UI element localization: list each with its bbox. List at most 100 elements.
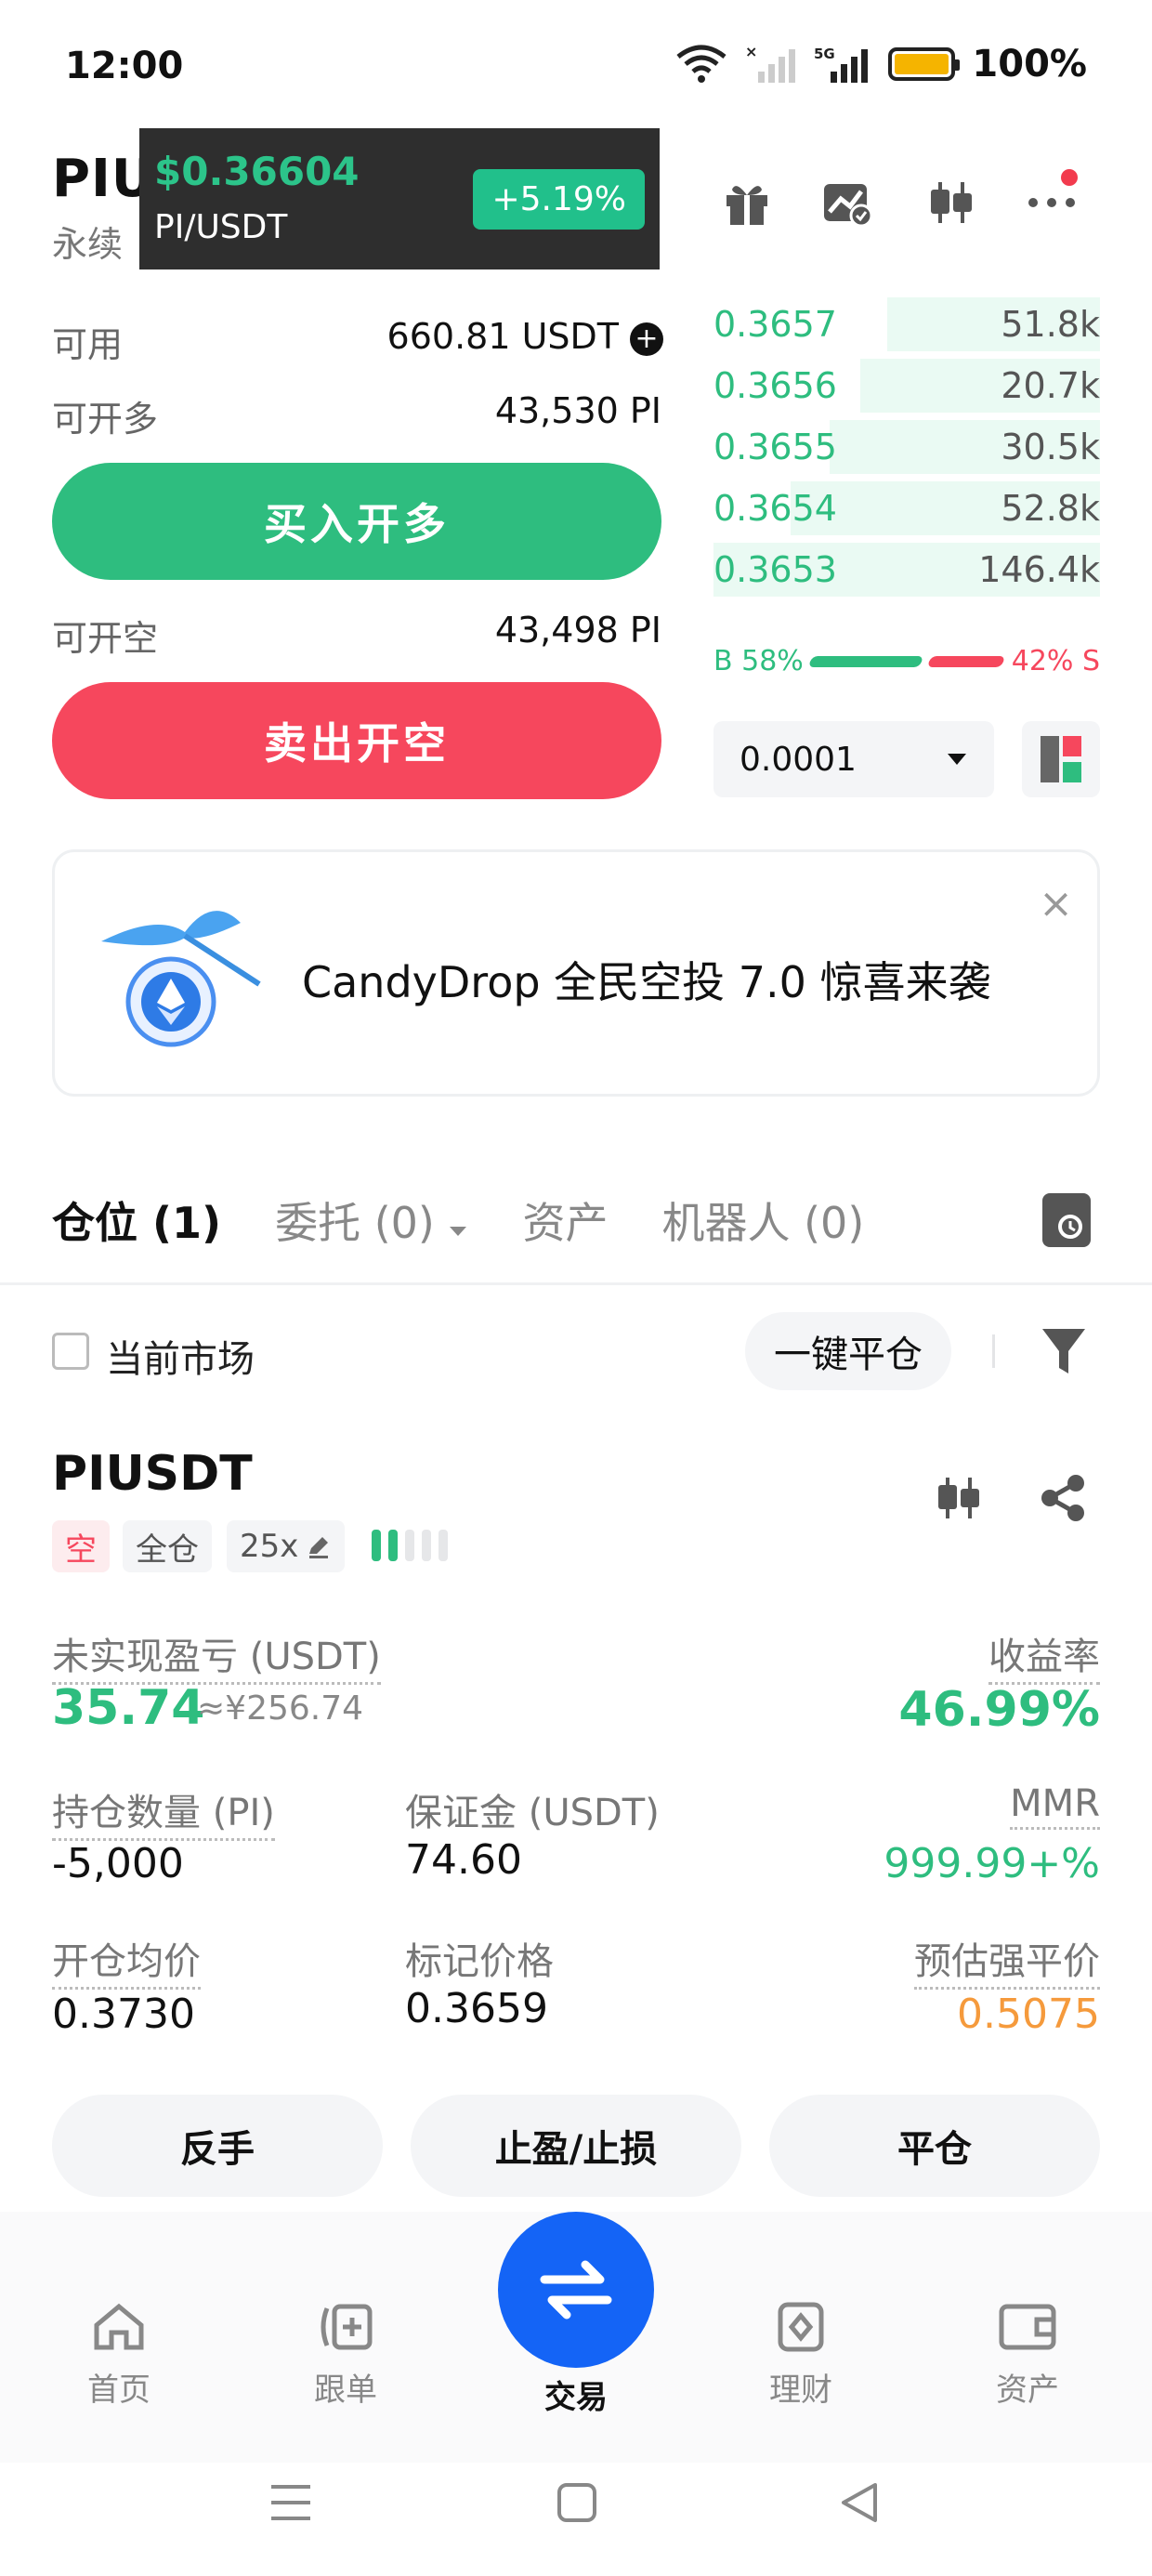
can-long-label: 可开多: [52, 399, 159, 440]
tab-assets[interactable]: 资产: [522, 1189, 608, 1251]
close-all-button[interactable]: 一键平仓: [745, 1312, 951, 1390]
margin-mode-tag: 全仓: [123, 1520, 212, 1572]
orderbook-row[interactable]: 0.3653 146.4k: [713, 539, 1100, 600]
roi-value: 46.99%: [898, 1682, 1100, 1738]
svg-text:5G: 5G: [814, 46, 835, 62]
signal-off-icon: ×: [745, 44, 796, 83]
gift-icon[interactable]: [717, 173, 777, 232]
more-icon[interactable]: [1022, 169, 1081, 232]
trade-fab-button[interactable]: [498, 2212, 654, 2368]
filter-icon[interactable]: [1041, 1325, 1087, 1377]
nav-copy-trade[interactable]: 跟单: [271, 2301, 420, 2410]
transfer-plus-icon[interactable]: +: [630, 322, 663, 356]
notification-dot: [1061, 169, 1078, 186]
caret-down-icon: [450, 1227, 467, 1236]
position-chart-icon[interactable]: [933, 1472, 985, 1524]
close-icon[interactable]: ×: [1039, 880, 1073, 927]
nav-home[interactable]: 首页: [45, 2301, 193, 2410]
entry-price-value: 0.3730: [52, 1991, 195, 2038]
wallet-icon: [999, 2304, 1056, 2350]
current-market-checkbox[interactable]: [52, 1333, 89, 1370]
back-icon[interactable]: [838, 2481, 881, 2524]
nav-assets[interactable]: 资产: [953, 2301, 1102, 2410]
unrealized-pnl-value: 35.74: [52, 1680, 205, 1736]
mmr-value: 999.99+%: [884, 1840, 1100, 1887]
orderbook-price: 0.3654: [713, 488, 837, 529]
liq-price-label: 预估强平价: [914, 1931, 1100, 1990]
close-position-button[interactable]: 平仓: [769, 2095, 1100, 2197]
menu-icon[interactable]: [269, 2481, 312, 2524]
reverse-button[interactable]: 反手: [52, 2095, 383, 2197]
buy-ratio-bar: [807, 656, 924, 667]
unrealized-pnl-label: 未实现盈亏 (USDT): [52, 1626, 381, 1685]
can-long-value: 43,530 PI: [494, 390, 661, 431]
nav-finance[interactable]: 理财: [727, 2301, 875, 2410]
history-icon[interactable]: [1042, 1193, 1091, 1247]
banner-text: CandyDrop 全民空投 7.0 惊喜来袭: [302, 957, 991, 1007]
can-short-label: 可开空: [52, 618, 159, 659]
orderbook-row[interactable]: 0.3656 20.7k: [713, 355, 1100, 416]
promo-banner[interactable]: CandyDrop 全民空投 7.0 惊喜来袭 ×: [52, 849, 1100, 1097]
layout-icon: [1041, 736, 1081, 782]
popup-change-badge: +5.19%: [473, 169, 645, 230]
margin-label: 保证金 (USDT): [405, 1792, 660, 1834]
tp-sl-button[interactable]: 止盈/止损: [411, 2095, 741, 2197]
contract-type: 永续: [52, 224, 124, 265]
orderbook-size: 30.5k: [1001, 427, 1100, 467]
tab-positions[interactable]: 仓位 (1): [52, 1189, 221, 1251]
mark-price-value: 0.3659: [405, 1985, 548, 2032]
candlestick-icon[interactable]: [922, 173, 981, 232]
orderbook-size: 20.7k: [1001, 365, 1100, 406]
edit-icon: [309, 1537, 329, 1558]
orderbook-price: 0.3656: [713, 365, 837, 406]
copy-trade-icon: [321, 2304, 373, 2350]
position-symbol[interactable]: PIUSDT: [52, 1446, 253, 1502]
nav-trade-label: 交易: [544, 2379, 608, 2416]
mmr-label: MMR: [1010, 1782, 1100, 1830]
available-value-row: 660.81 USDT +: [387, 316, 663, 357]
risk-level-bars: [372, 1530, 448, 1561]
nav-assets-label: 资产: [996, 2372, 1059, 2409]
status-time: 12:00: [65, 45, 184, 87]
orderbook-size: 51.8k: [1001, 304, 1100, 345]
chevron-down-icon: [948, 754, 966, 765]
available-value: 660.81 USDT: [386, 316, 619, 357]
tab-orders: 委托 (0): [275, 1198, 435, 1248]
tab-orders-wrap[interactable]: 委托 (0): [275, 1189, 468, 1251]
airdrop-gift-icon: [101, 911, 261, 1047]
orderbook-layout-button[interactable]: [1022, 721, 1100, 797]
nav-trade[interactable]: 交易: [502, 2372, 650, 2417]
price-popup: $0.36604 PI/USDT +5.19%: [139, 128, 660, 269]
status-icons: × 5G 100%: [674, 43, 1087, 85]
orderbook-row[interactable]: 0.3655 30.5k: [713, 416, 1100, 478]
orderbook-price: 0.3657: [713, 304, 837, 345]
home-icon: [94, 2303, 144, 2350]
finance-icon: [778, 2302, 824, 2352]
battery-icon: [888, 47, 961, 81]
leverage-tag[interactable]: 25x: [227, 1520, 346, 1572]
roi-label: 收益率: [988, 1626, 1100, 1685]
orderbook-row[interactable]: 0.3657 51.8k: [713, 294, 1100, 355]
nav-finance-label: 理财: [769, 2372, 832, 2409]
sell-ratio: 42% S: [1011, 645, 1100, 677]
popup-pair: PI/USDT: [154, 208, 288, 246]
tick-size-select[interactable]: 0.0001: [713, 721, 994, 797]
sell-short-button[interactable]: 卖出开空: [52, 682, 661, 799]
signal-5g-icon: 5G: [814, 46, 869, 83]
tab-bots[interactable]: 机器人 (0): [661, 1189, 864, 1251]
nav-home-label: 首页: [87, 2372, 151, 2409]
chart-settings-icon[interactable]: [818, 173, 877, 232]
orderbook-size: 52.8k: [1001, 488, 1100, 529]
orderbook-row[interactable]: 0.3654 52.8k: [713, 478, 1100, 539]
tick-size-value: 0.0001: [740, 740, 857, 779]
size-value: -5,000: [52, 1840, 184, 1887]
side-tag: 空: [52, 1520, 110, 1572]
mark-price-label: 标记价格: [405, 1940, 554, 1983]
battery-percent: 100%: [972, 43, 1087, 85]
available-label: 可用: [52, 324, 124, 365]
buy-long-button[interactable]: 买入开多: [52, 463, 661, 580]
home-square-icon[interactable]: [556, 2481, 598, 2524]
unrealized-pnl-cny: ≈¥256.74: [197, 1689, 364, 1728]
share-icon[interactable]: [1037, 1472, 1089, 1524]
liq-price-value: 0.5075: [957, 1991, 1100, 2038]
